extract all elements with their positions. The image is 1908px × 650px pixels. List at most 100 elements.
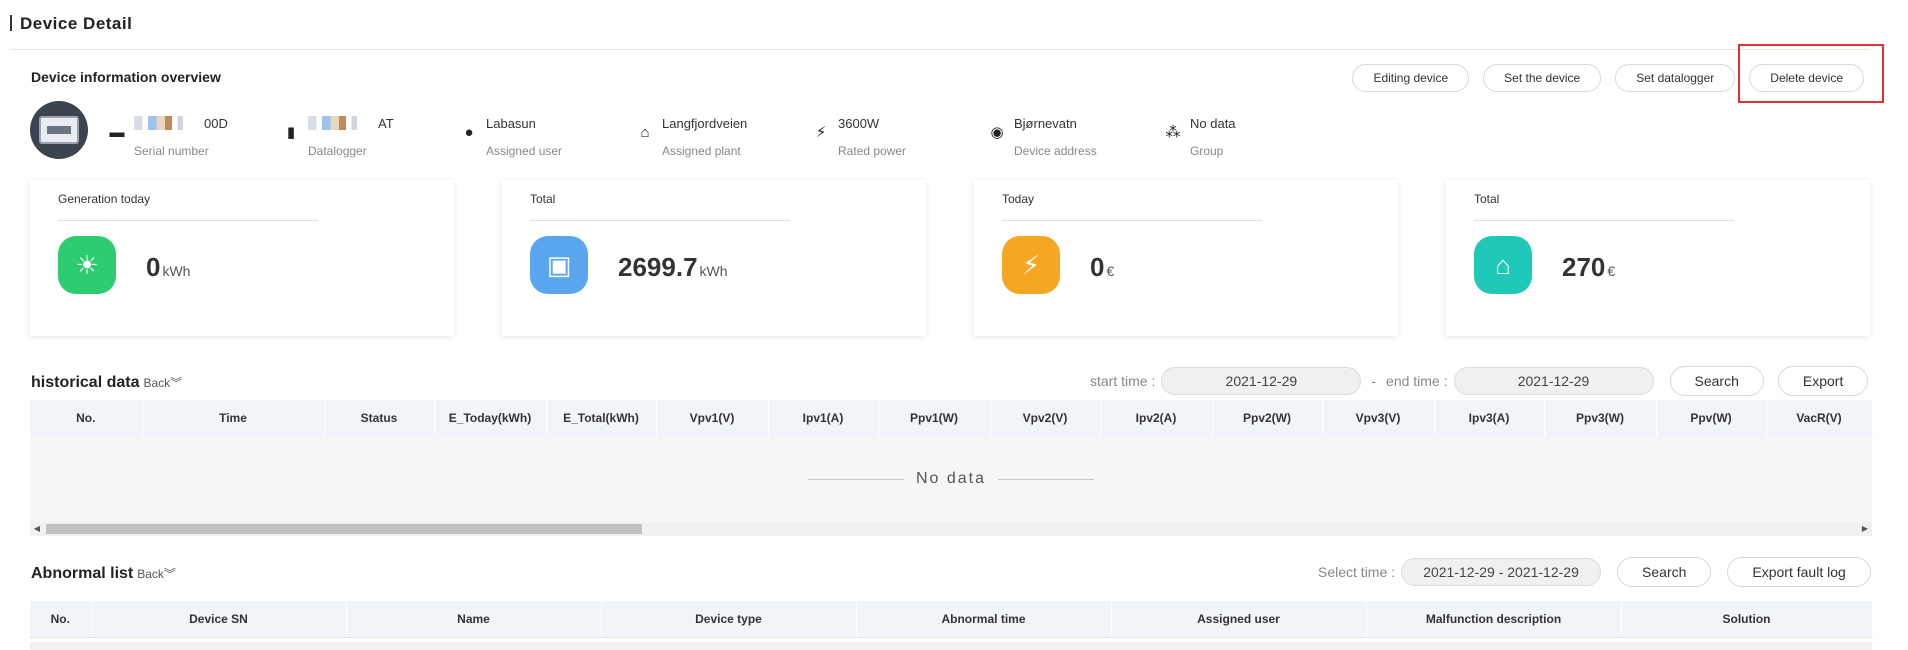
scroll-left-arrow-icon[interactable]: ◀	[30, 522, 44, 536]
historical-header-row: No. Time Status E_Today(kWh) E_Total(kWh…	[30, 400, 1873, 437]
abnormal-search-button[interactable]: Search	[1617, 557, 1712, 587]
card-unit: €	[1106, 263, 1115, 279]
card-today-revenue: Today ⚡ 0 €	[974, 180, 1398, 336]
start-time-label: start time :	[1090, 373, 1156, 389]
overview-title: Device information overview	[31, 69, 221, 85]
scrollbar-thumb[interactable]	[46, 524, 642, 534]
rated-power-value: 3600W	[838, 116, 880, 131]
abnormal-title-row: Abnormal list Back︾	[31, 565, 176, 583]
column-header: Time	[142, 400, 325, 437]
column-header: Vpv3(V)	[1322, 400, 1435, 437]
card-value: 0	[1090, 252, 1105, 282]
historical-back-link[interactable]: Back︾	[143, 376, 182, 390]
card-value: 270	[1562, 252, 1606, 282]
divider	[807, 478, 904, 480]
inverter-icon: ▬	[109, 124, 125, 141]
column-header: Device SN	[91, 601, 347, 638]
abnormal-time-range-input[interactable]: 2021-12-29 - 2021-12-29	[1401, 558, 1602, 586]
abnormal-table: No. Device SN Name Device type Abnormal …	[30, 601, 1873, 638]
column-header: Ppv(W)	[1656, 400, 1767, 437]
device-address-label: Device address	[1014, 144, 1097, 158]
column-header: Status	[324, 400, 435, 437]
column-header: VacR(V)	[1766, 400, 1873, 437]
historical-title-row: historical data Back︾	[31, 374, 182, 392]
blurred-text	[134, 116, 204, 130]
historical-title: historical data	[31, 374, 140, 391]
rated-power-label: Rated power	[838, 144, 907, 158]
column-header: Vpv1(V)	[656, 400, 769, 437]
user-icon: ●	[464, 124, 474, 141]
abnormal-table-body	[30, 642, 1872, 650]
column-header: Ipv3(A)	[1434, 400, 1545, 437]
historical-empty-state: No data	[30, 436, 1872, 522]
solar-energy-icon: ☀	[58, 236, 116, 294]
delete-device-button[interactable]: Delete device	[1749, 64, 1864, 92]
scroll-right-arrow-icon[interactable]: ▶	[1858, 522, 1872, 536]
group-label: Group	[1190, 144, 1224, 158]
assigned-user-value: Labasun	[486, 116, 536, 131]
column-header: No.	[30, 601, 92, 638]
card-value: 0	[146, 252, 161, 282]
abnormal-title: Abnormal list	[31, 565, 134, 582]
set-device-button[interactable]: Set the device	[1483, 64, 1602, 92]
column-header: No.	[30, 400, 143, 437]
historical-table: No. Time Status E_Today(kWh) E_Total(kWh…	[30, 400, 1873, 437]
column-header: Name	[346, 601, 602, 638]
assigned-user-label: Assigned user	[486, 144, 563, 158]
historical-export-button[interactable]: Export	[1777, 366, 1869, 396]
abnormal-header-row: No. Device SN Name Device type Abnormal …	[30, 601, 1873, 638]
page-header: Device Detail	[10, 14, 1870, 50]
column-header: Ppv3(W)	[1544, 400, 1657, 437]
column-header: Ipv1(A)	[768, 400, 879, 437]
battery-icon: ▣	[530, 236, 588, 294]
card-generation-today: Generation today ☀ 0 kWh	[30, 180, 454, 336]
device-address-value: Bjørnevatn	[1014, 116, 1077, 131]
lightning-icon: ⚡	[815, 124, 827, 141]
column-header: Ppv1(W)	[878, 400, 991, 437]
card-title: Total	[1474, 192, 1734, 221]
column-header: Malfunction description	[1366, 601, 1622, 638]
start-time-input[interactable]: 2021-12-29	[1161, 367, 1362, 395]
card-unit: kWh	[699, 263, 728, 279]
column-header: E_Total(kWh)	[546, 400, 657, 437]
page-title-text: Device Detail	[20, 14, 133, 33]
datalogger-icon: ▮	[286, 124, 296, 141]
card-title: Total	[530, 192, 790, 221]
abnormal-back-link[interactable]: Back︾	[137, 567, 176, 581]
abnormal-filter: Select time : 2021-12-29 - 2021-12-29 Se…	[1318, 557, 1871, 587]
page-title: Device Detail	[10, 14, 1870, 34]
set-datalogger-button[interactable]: Set datalogger	[1615, 64, 1736, 92]
range-dash: -	[1371, 373, 1377, 389]
historical-search-button[interactable]: Search	[1669, 366, 1764, 396]
editing-device-button[interactable]: Editing device	[1352, 64, 1470, 92]
card-total-energy: Total ▣ 2699.7 kWh	[502, 180, 926, 336]
power-tower-icon: ⚡	[1002, 236, 1060, 294]
historical-horizontal-scrollbar[interactable]: ◀ ▶	[30, 522, 1872, 536]
export-fault-log-button[interactable]: Export fault log	[1727, 557, 1871, 587]
no-data-text: No data	[915, 470, 987, 487]
assigned-plant-label: Assigned plant	[662, 144, 741, 158]
card-title: Generation today	[58, 192, 318, 221]
card-value: 2699.7	[618, 252, 698, 282]
card-title: Today	[1002, 192, 1262, 221]
column-header: Solution	[1621, 601, 1873, 638]
double-chevron-down-icon: ︾	[163, 567, 176, 581]
serial-number-label: Serial number	[134, 144, 209, 158]
group-value: No data	[1190, 116, 1236, 131]
home-icon: ⌂	[1474, 236, 1532, 294]
device-actions: Editing device Set the device Set datalo…	[1352, 64, 1864, 92]
blurred-text	[308, 116, 378, 130]
inverter-image-icon	[39, 116, 79, 144]
column-header: Device type	[601, 601, 857, 638]
device-avatar	[30, 101, 88, 159]
end-time-label: end time :	[1386, 373, 1448, 389]
serial-number-value: 00D	[204, 116, 228, 131]
column-header: Ipv2(A)	[1100, 400, 1213, 437]
card-unit: kWh	[162, 263, 191, 279]
datalogger-label: Datalogger	[308, 144, 367, 158]
assigned-plant-value: Langfjordveien	[662, 116, 748, 131]
card-unit: €	[1607, 263, 1616, 279]
group-icon: ⁂	[1165, 124, 1181, 141]
end-time-input[interactable]: 2021-12-29	[1453, 367, 1654, 395]
double-chevron-down-icon: ︾	[170, 376, 183, 390]
